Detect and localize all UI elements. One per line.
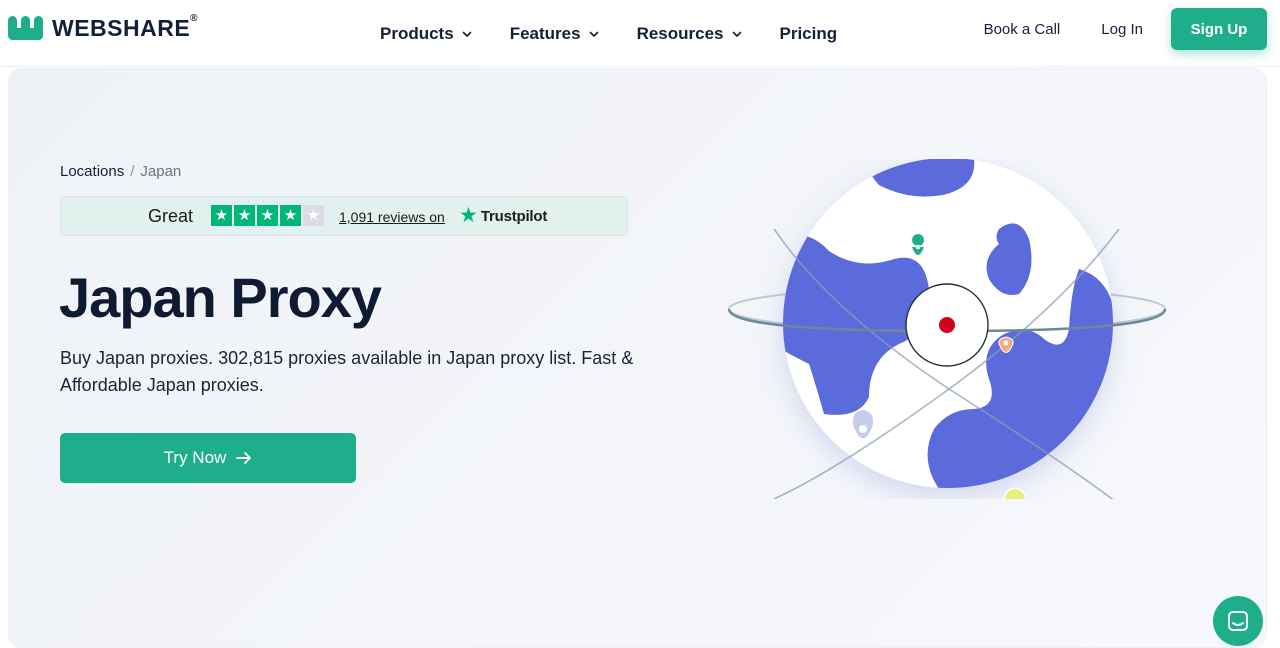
trustpilot-logo[interactable]: ★ Trustpilot bbox=[459, 205, 547, 227]
breadcrumb-separator: / bbox=[130, 163, 135, 180]
main-nav: Products Features Resources Pricing bbox=[380, 0, 837, 67]
nav-item-label: Features bbox=[509, 23, 581, 43]
trustpilot-reviews-link[interactable]: 1,091 reviews on bbox=[339, 209, 445, 225]
breadcrumb-locations-link[interactable]: Locations bbox=[60, 163, 124, 180]
trustpilot-rating-word: Great bbox=[148, 206, 194, 226]
hero-description: Buy Japan proxies. 302,815 proxies avail… bbox=[60, 348, 634, 395]
star-icon: ★ bbox=[211, 205, 232, 226]
globe-illustration bbox=[727, 159, 1167, 499]
nav-item-resources[interactable]: Resources bbox=[637, 24, 742, 44]
star-icon: ★ bbox=[257, 205, 278, 226]
nav-item-features[interactable]: Features bbox=[510, 24, 599, 44]
nav-item-pricing[interactable]: Pricing bbox=[780, 24, 838, 44]
breadcrumb-current: Japan bbox=[140, 163, 182, 180]
star-icon: ★ bbox=[234, 205, 255, 226]
trustpilot-stars: ★ ★ ★ ★ ★ bbox=[211, 205, 324, 226]
map-pin-icon bbox=[1003, 487, 1027, 499]
arrow-right-icon bbox=[236, 452, 252, 464]
chat-icon bbox=[1228, 611, 1248, 631]
chevron-down-icon bbox=[462, 31, 471, 37]
star-empty-icon: ★ bbox=[303, 205, 324, 226]
try-now-button[interactable]: Try Now bbox=[60, 433, 356, 483]
login-link[interactable]: Log In bbox=[1101, 21, 1143, 38]
nav-item-label: Resources bbox=[636, 23, 724, 43]
breadcrumb: Locations / Japan bbox=[60, 163, 181, 180]
nav-item-products[interactable]: Products bbox=[380, 24, 472, 44]
nav-item-label: Pricing bbox=[779, 23, 838, 43]
logo-mark-icon bbox=[8, 16, 43, 40]
star-icon: ★ bbox=[280, 205, 301, 226]
site-header: WEBSHARE® Products Features Resources Pr… bbox=[0, 0, 1280, 67]
header-actions: Book a Call Log In Sign Up bbox=[984, 8, 1267, 50]
page-title: Japan Proxy bbox=[59, 266, 382, 329]
logo-wordmark: WEBSHARE® bbox=[52, 12, 199, 41]
book-call-link[interactable]: Book a Call bbox=[984, 21, 1061, 38]
trustpilot-wordmark: Trustpilot bbox=[480, 207, 548, 225]
hero-section: Locations / Japan Great ★ ★ ★ ★ ★ 1,091 re… bbox=[8, 68, 1267, 648]
try-now-label: Try Now bbox=[163, 448, 227, 467]
trustpilot-widget[interactable]: Great ★ ★ ★ ★ ★ 1,091 reviews on ★ Trust… bbox=[60, 196, 628, 236]
trustpilot-star-icon: ★ bbox=[459, 204, 478, 227]
chevron-down-icon bbox=[732, 31, 741, 37]
chevron-down-icon bbox=[589, 31, 598, 37]
webshare-logo[interactable]: WEBSHARE® bbox=[8, 12, 199, 42]
nav-item-label: Products bbox=[380, 23, 454, 43]
signup-button[interactable]: Sign Up bbox=[1171, 8, 1267, 50]
